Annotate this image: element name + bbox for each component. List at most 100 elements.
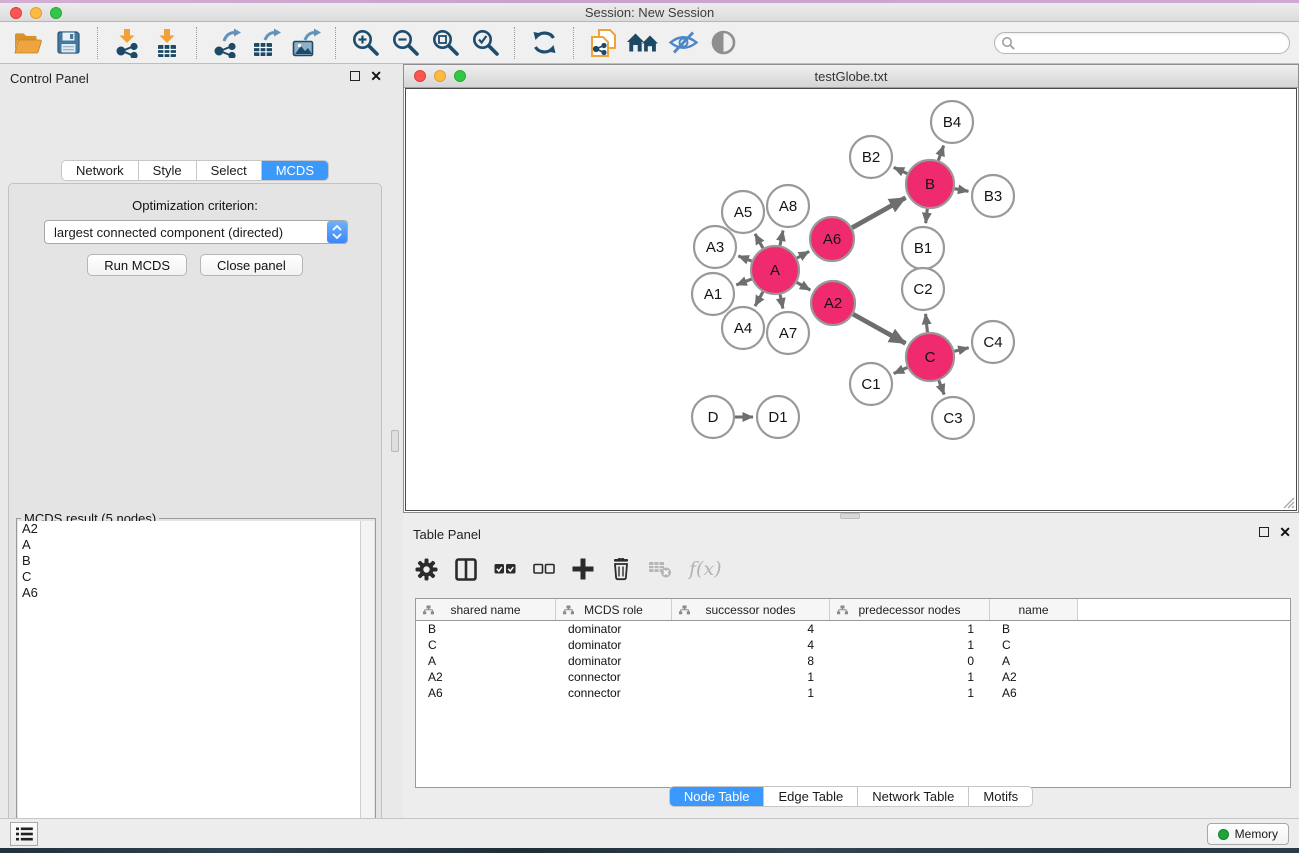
save-session-icon[interactable] (51, 26, 85, 60)
table-row[interactable]: Cdominator41C (416, 637, 1290, 653)
export-network-icon[interactable] (209, 26, 243, 60)
graph-edge-C-C1[interactable] (894, 367, 908, 373)
export-image-icon[interactable] (289, 26, 323, 60)
graph-node-C2[interactable]: C2 (902, 268, 944, 310)
graph-edge-B-B3[interactable] (955, 189, 969, 192)
graph-edge-A-A4[interactable] (755, 292, 763, 306)
column-header-predecessor-nodes[interactable]: predecessor nodes (830, 599, 990, 620)
close-panel-icon[interactable]: ✕ (1279, 527, 1291, 537)
graph-node-C[interactable]: C (906, 333, 954, 381)
graph-node-A7[interactable]: A7 (767, 312, 809, 354)
run-mcds-button[interactable]: Run MCDS (87, 254, 187, 276)
open-session-icon[interactable] (11, 26, 45, 60)
graph-node-B2[interactable]: B2 (850, 136, 892, 178)
search-input[interactable] (1015, 34, 1289, 52)
tab-network[interactable]: Network (62, 161, 139, 180)
add-column-icon[interactable] (572, 558, 594, 580)
export-table-icon[interactable] (249, 26, 283, 60)
graph-node-A3[interactable]: A3 (694, 226, 736, 268)
result-item[interactable]: B (18, 553, 360, 569)
table-row[interactable]: A2connector11A2 (416, 669, 1290, 685)
settings-gear-icon[interactable] (415, 558, 438, 581)
memory-button[interactable]: Memory (1207, 823, 1289, 845)
column-header-shared-name[interactable]: shared name (416, 599, 556, 620)
graph-node-A6[interactable]: A6 (810, 217, 854, 261)
graph-edge-B-B1[interactable] (926, 209, 928, 223)
clone-network-icon[interactable] (586, 26, 620, 60)
graph-edge-A-A8[interactable] (780, 230, 783, 245)
graph-edge-A2-C[interactable] (853, 314, 905, 343)
delete-column-icon[interactable] (611, 558, 631, 581)
graph-node-B4[interactable]: B4 (931, 101, 973, 143)
graph-node-B1[interactable]: B1 (902, 227, 944, 269)
graph-node-D1[interactable]: D1 (757, 396, 799, 438)
splitter-grip[interactable] (391, 430, 399, 452)
graph-edge-A-A7[interactable] (780, 294, 783, 308)
tab-network-table[interactable]: Network Table (858, 787, 969, 806)
search-field[interactable] (994, 32, 1290, 54)
task-history-button[interactable] (10, 822, 38, 846)
result-item[interactable]: A (18, 537, 360, 553)
close-panel-button[interactable]: Close panel (200, 254, 303, 276)
import-network-icon[interactable] (110, 26, 144, 60)
tab-mcds[interactable]: MCDS (262, 161, 328, 180)
criterion-select[interactable]: largest connected component (directed) (44, 220, 348, 244)
network-graph[interactable]: B4B2BB3A8A5A6A3B1AC2A1A2A4A7C4CC1C3DD1 (406, 89, 1296, 510)
horizontal-splitter[interactable] (403, 513, 1299, 520)
graph-edge-A-A6[interactable] (797, 251, 809, 258)
refresh-icon[interactable] (527, 26, 561, 60)
result-item[interactable]: A6 (18, 585, 360, 601)
zoom-fit-icon[interactable] (428, 26, 462, 60)
graph-node-B[interactable]: B (906, 160, 954, 208)
graph-node-C3[interactable]: C3 (932, 397, 974, 439)
network-canvas[interactable]: B4B2BB3A8A5A6A3B1AC2A1A2A4A7C4CC1C3DD1 (405, 88, 1297, 511)
graph-edge-A-A5[interactable] (755, 234, 763, 248)
float-panel-icon[interactable] (1259, 527, 1269, 537)
result-item[interactable]: C (18, 569, 360, 585)
table-row[interactable]: Bdominator41B (416, 621, 1290, 637)
result-scrollbar[interactable] (361, 521, 374, 853)
graph-edge-C-C2[interactable] (926, 314, 928, 332)
import-table-icon[interactable] (150, 26, 184, 60)
graph-node-A8[interactable]: A8 (767, 185, 809, 227)
vertical-splitter[interactable] (390, 64, 403, 818)
home-icon[interactable] (626, 26, 660, 60)
table-row[interactable]: Adominator80A (416, 653, 1290, 669)
tab-edge-table[interactable]: Edge Table (764, 787, 858, 806)
graph-node-A5[interactable]: A5 (722, 191, 764, 233)
splitter-grip[interactable] (840, 513, 860, 519)
graph-edge-A-A2[interactable] (797, 282, 811, 290)
graph-edge-B-B2[interactable] (894, 167, 908, 173)
graph-edge-A6-B[interactable] (852, 198, 906, 228)
graph-edge-C-C3[interactable] (939, 380, 944, 394)
graph-node-A[interactable]: A (751, 246, 799, 294)
graph-node-B3[interactable]: B3 (972, 175, 1014, 217)
select-all-checkboxes-icon[interactable] (494, 563, 516, 575)
result-item[interactable]: A2 (18, 521, 360, 537)
show-all-icon[interactable] (706, 26, 740, 60)
column-header-successor-nodes[interactable]: successor nodes (672, 599, 830, 620)
graph-node-A1[interactable]: A1 (692, 273, 734, 315)
hide-selected-icon[interactable] (666, 26, 700, 60)
show-columns-icon[interactable] (455, 558, 477, 581)
graph-edge-C-C4[interactable] (954, 348, 968, 351)
tab-select[interactable]: Select (197, 161, 262, 180)
graph-node-C1[interactable]: C1 (850, 363, 892, 405)
zoom-in-icon[interactable] (348, 26, 382, 60)
zoom-selected-icon[interactable] (468, 26, 502, 60)
column-header-name[interactable]: name (990, 599, 1078, 620)
float-panel-icon[interactable] (350, 71, 360, 81)
graph-edge-A-A3[interactable] (738, 256, 751, 261)
graph-node-C4[interactable]: C4 (972, 321, 1014, 363)
graph-node-A2[interactable]: A2 (811, 281, 855, 325)
zoom-out-icon[interactable] (388, 26, 422, 60)
tab-node-table[interactable]: Node Table (670, 787, 765, 806)
tab-style[interactable]: Style (139, 161, 197, 180)
resize-corner-icon[interactable] (1281, 495, 1295, 509)
graph-node-D[interactable]: D (692, 396, 734, 438)
graph-edge-B-B4[interactable] (938, 146, 943, 161)
close-panel-icon[interactable]: ✕ (370, 71, 382, 81)
table-row[interactable]: A6connector11A6 (416, 685, 1290, 701)
graph-edge-A-A1[interactable] (736, 279, 751, 285)
tab-motifs[interactable]: Motifs (969, 787, 1032, 806)
